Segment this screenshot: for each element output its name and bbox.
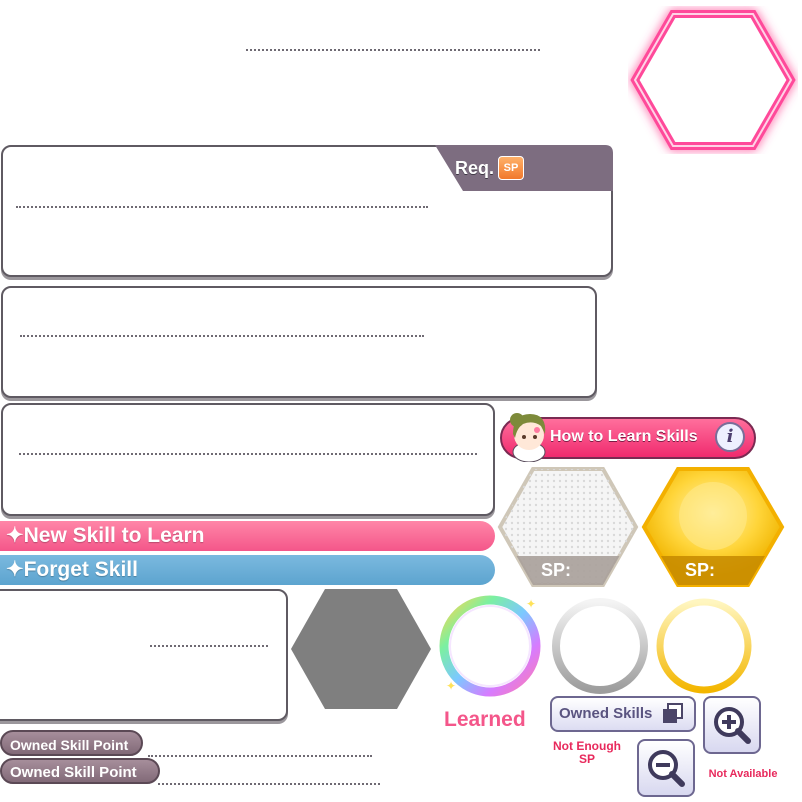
sp-label-silver: SP: xyxy=(541,560,572,580)
neon-hexagon-frame xyxy=(630,10,796,150)
not-enough-sp-label: Not Enough SP xyxy=(553,739,621,766)
placeholder-line xyxy=(19,453,477,455)
owned-skill-panel xyxy=(0,589,288,721)
info-icon[interactable]: i xyxy=(715,422,745,452)
skill-description-panel xyxy=(1,286,597,398)
placeholder-line xyxy=(150,645,268,647)
svg-text:✦: ✦ xyxy=(446,679,456,693)
zoom-out-button[interactable] xyxy=(637,739,695,797)
zoom-in-icon xyxy=(714,707,751,744)
skill-info-panel xyxy=(1,403,495,516)
owned-skill-point-pill: Owned Skill Point xyxy=(0,758,160,784)
character-avatar-icon xyxy=(510,413,546,462)
owned-skills-label: Owned Skills xyxy=(559,705,653,722)
svg-text:✦: ✦ xyxy=(526,597,536,611)
req-label: Req. xyxy=(455,158,495,178)
placeholder-line xyxy=(20,335,424,337)
learned-label: Learned xyxy=(444,708,526,731)
how-to-learn-skills-label: How to Learn Skills xyxy=(550,428,698,445)
sp-label-gold: SP: xyxy=(685,560,716,580)
placeholder-line-top xyxy=(246,49,540,51)
sp-badge-icon: SP xyxy=(498,156,524,180)
new-skill-to-learn-banner: ✦New Skill to Learn xyxy=(0,521,495,551)
copy-icon xyxy=(663,703,683,723)
not-available-label: Not Available xyxy=(708,768,778,780)
zoom-in-button[interactable] xyxy=(703,696,761,754)
forget-skill-banner: ✦Forget Skill xyxy=(0,555,495,585)
gold-ring xyxy=(656,598,752,694)
placeholder-line xyxy=(16,206,428,208)
owned-skill-point-pill: Owned Skill Point xyxy=(0,730,143,756)
placeholder-line xyxy=(158,783,380,785)
silver-ring xyxy=(552,598,648,694)
grey-hexagon-tile xyxy=(291,589,431,709)
learned-rainbow-ring: ✦ ✦ xyxy=(439,595,541,697)
placeholder-line xyxy=(148,755,372,757)
zoom-out-icon xyxy=(648,750,685,787)
